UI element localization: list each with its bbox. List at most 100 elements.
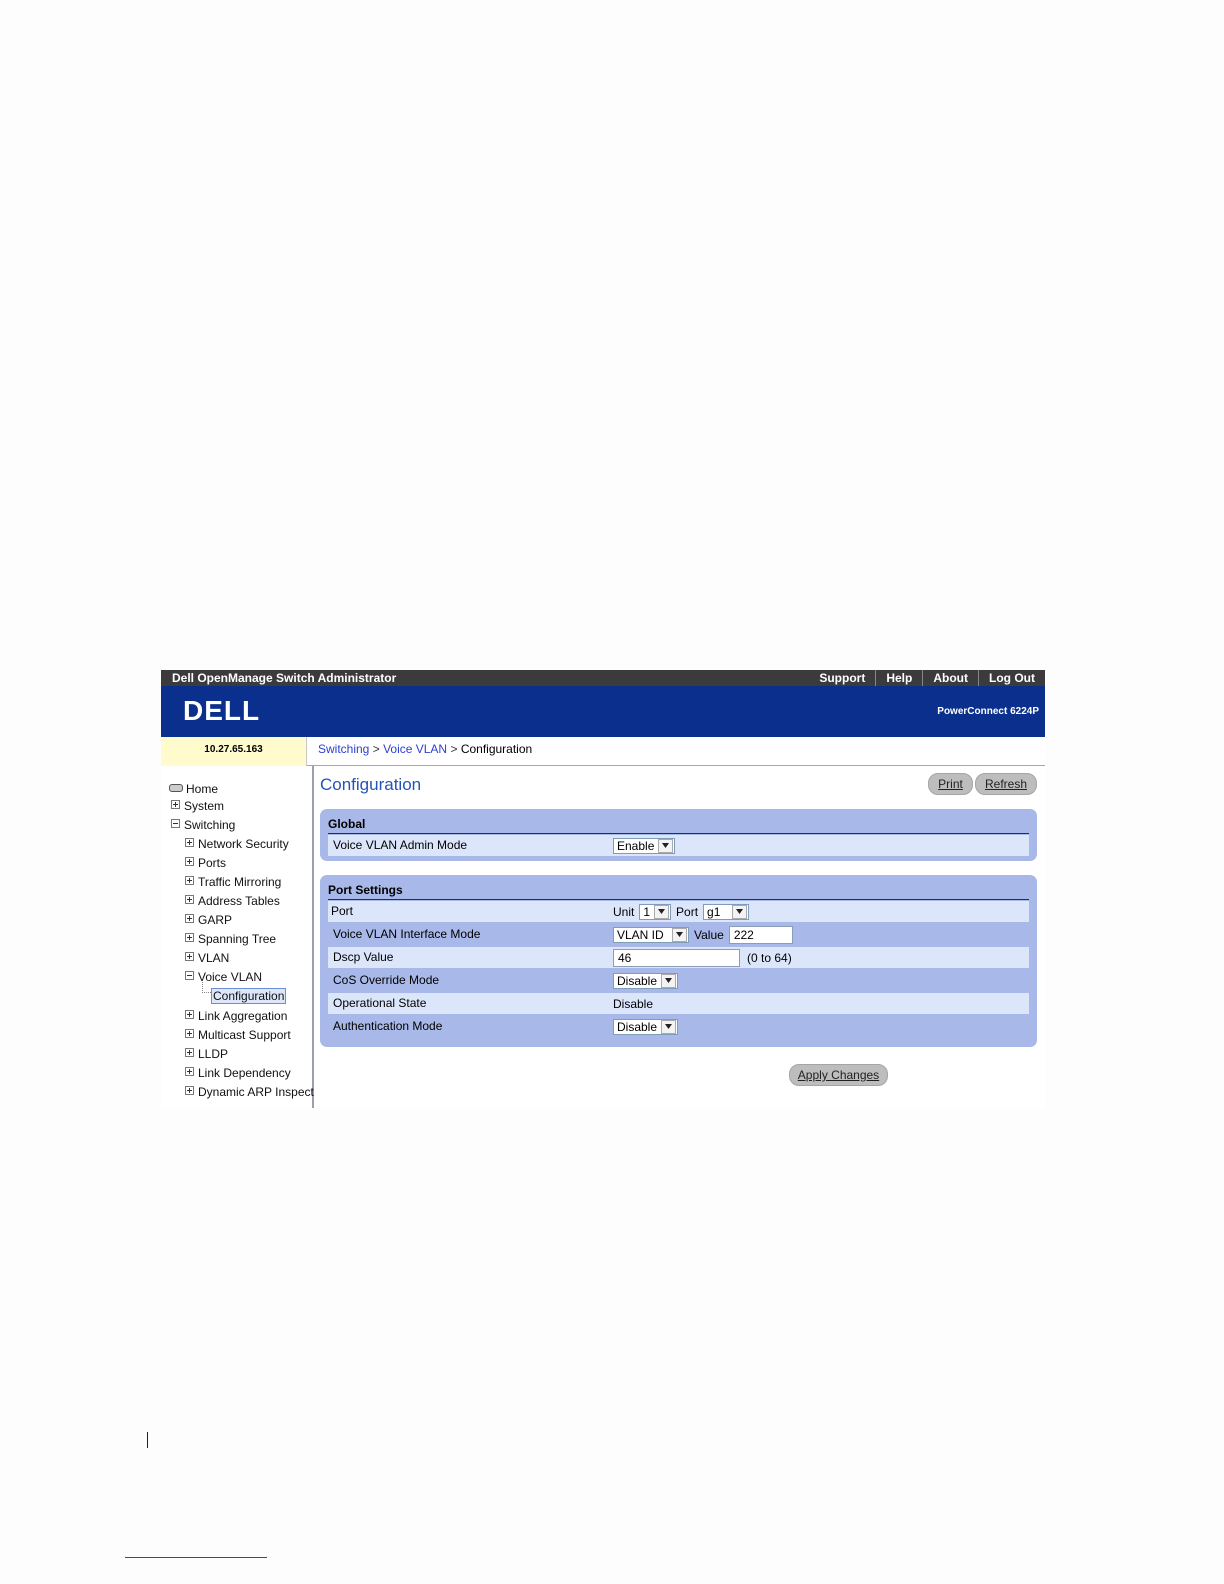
breadcrumb-separator: > xyxy=(372,742,380,756)
interface-mode-value: VLAN ID xyxy=(617,927,664,942)
dscp-label: Dscp Value xyxy=(333,950,394,964)
expand-icon[interactable] xyxy=(185,857,194,866)
sidebar-item-label: Address Tables xyxy=(198,894,280,908)
sidebar-item-spanning-tree[interactable]: Spanning Tree xyxy=(185,932,276,946)
admin-mode-row: Voice VLAN Admin Mode Enable xyxy=(328,835,1029,856)
apply-changes-button[interactable]: Apply Changes xyxy=(789,1064,888,1086)
port-select[interactable]: g1 xyxy=(703,903,750,920)
breadcrumb-separator: > xyxy=(450,742,458,756)
expand-icon[interactable] xyxy=(185,895,194,904)
sidebar-item-label: Link Dependency xyxy=(198,1066,291,1080)
sidebar-item-garp[interactable]: GARP xyxy=(185,913,232,927)
port-row: Port Unit 1 Port g1 xyxy=(328,901,1029,922)
expand-icon[interactable] xyxy=(171,800,180,809)
sidebar-item-network-security[interactable]: Network Security xyxy=(185,837,289,851)
ip-address: 10.27.65.163 xyxy=(161,737,307,766)
about-link[interactable]: About xyxy=(922,670,978,686)
authentication-mode-label: Authentication Mode xyxy=(333,1019,443,1033)
sidebar-item-lldp[interactable]: LLDP xyxy=(185,1047,228,1061)
breadcrumb: Switching > Voice VLAN > Configuration xyxy=(307,737,1045,766)
chevron-down-icon[interactable] xyxy=(661,973,677,988)
refresh-button[interactable]: Refresh xyxy=(975,773,1037,795)
sidebar-item-label: Traffic Mirroring xyxy=(198,875,282,889)
sidebar-item-configuration[interactable]: Configuration xyxy=(211,988,287,1004)
sidebar-item-dynamic-arp-inspection[interactable]: Dynamic ARP Inspecti xyxy=(185,1085,317,1099)
sidebar-item-label: Ports xyxy=(198,856,227,870)
logout-link[interactable]: Log Out xyxy=(978,670,1045,686)
sidebar-item-label: System xyxy=(184,799,225,813)
unit-select[interactable]: 1 xyxy=(639,903,672,920)
breadcrumb-voice-vlan[interactable]: Voice VLAN xyxy=(383,742,447,756)
cos-override-select[interactable]: Disable xyxy=(613,972,679,989)
chevron-down-icon[interactable] xyxy=(661,1019,677,1034)
chevron-down-icon[interactable] xyxy=(672,927,687,942)
sidebar-item-switching[interactable]: Switching xyxy=(171,818,235,832)
sidebar-item-vlan[interactable]: VLAN xyxy=(185,951,229,965)
sidebar-item-link-dependency[interactable]: Link Dependency xyxy=(185,1066,291,1080)
banner: DELL PowerConnect 6224P xyxy=(161,686,1045,737)
sidebar-item-label: Configuration xyxy=(211,988,287,1004)
sidebar-item-traffic-mirroring[interactable]: Traffic Mirroring xyxy=(185,875,281,889)
dscp-input[interactable] xyxy=(613,948,740,967)
expand-icon[interactable] xyxy=(185,1010,194,1019)
operational-state-row: Operational State Disable xyxy=(328,993,1029,1014)
print-button[interactable]: Print xyxy=(928,773,973,795)
chevron-down-icon[interactable] xyxy=(658,838,674,853)
chevron-down-icon[interactable] xyxy=(654,904,670,919)
help-link[interactable]: Help xyxy=(875,670,922,686)
admin-mode-select[interactable]: Enable xyxy=(613,837,676,854)
collapse-icon[interactable] xyxy=(185,971,194,980)
sidebar-item-label: Link Aggregation xyxy=(198,1009,288,1023)
unit-label: Unit xyxy=(613,904,635,919)
expand-icon[interactable] xyxy=(185,1067,194,1076)
top-links: Support Help About Log Out xyxy=(809,670,1045,686)
sidebar-item-label: Multicast Support xyxy=(198,1028,291,1042)
sidebar-item-system[interactable]: System xyxy=(171,799,224,813)
main-content: Configuration Print Refresh Global Voice… xyxy=(314,766,1045,1108)
expand-icon[interactable] xyxy=(185,1029,194,1038)
operational-state-value: Disable xyxy=(613,996,654,1011)
sidebar-item-home[interactable]: Home xyxy=(169,782,218,796)
port-settings-title: Port Settings xyxy=(328,883,403,897)
chevron-down-icon[interactable] xyxy=(732,904,748,919)
collapse-icon[interactable] xyxy=(171,819,180,828)
expand-icon[interactable] xyxy=(185,914,194,923)
global-panel-title: Global xyxy=(328,817,366,831)
interface-mode-label: Voice VLAN Interface Mode xyxy=(333,927,481,941)
port-settings-panel: Port Settings Port Unit 1 Port g1 Voice … xyxy=(320,875,1037,1047)
screenshot-window: Dell OpenManage Switch Administrator Sup… xyxy=(161,670,1045,1108)
sidebar-item-multicast-support[interactable]: Multicast Support xyxy=(185,1028,291,1042)
dell-logo: DELL xyxy=(183,696,259,726)
sidebar-item-voice-vlan[interactable]: Voice VLAN xyxy=(185,970,262,984)
support-link[interactable]: Support xyxy=(809,670,875,686)
expand-icon[interactable] xyxy=(185,1086,194,1095)
vlan-value-input[interactable] xyxy=(728,925,793,944)
sidebar-item-label: GARP xyxy=(198,913,233,927)
interface-mode-select[interactable]: VLAN ID xyxy=(613,926,689,943)
authentication-mode-select[interactable]: Disable xyxy=(613,1018,679,1035)
tree-connector xyxy=(202,982,211,993)
expand-icon[interactable] xyxy=(185,838,194,847)
expand-icon[interactable] xyxy=(185,1048,194,1057)
home-icon xyxy=(169,784,183,792)
top-bar: Dell OpenManage Switch Administrator Sup… xyxy=(161,670,1045,686)
expand-icon[interactable] xyxy=(185,933,194,942)
sidebar-item-link-aggregation[interactable]: Link Aggregation xyxy=(185,1009,287,1023)
admin-mode-label: Voice VLAN Admin Mode xyxy=(333,838,468,852)
breadcrumb-switching[interactable]: Switching xyxy=(318,742,369,756)
dscp-range: (0 to 64) xyxy=(747,950,792,965)
page-title: Configuration xyxy=(320,775,422,794)
breadcrumb-configuration: Configuration xyxy=(460,742,533,756)
sidebar-item-address-tables[interactable]: Address Tables xyxy=(185,894,280,908)
sidebar-item-label: Dynamic ARP Inspecti xyxy=(198,1085,317,1099)
margin-bar xyxy=(147,1432,148,1448)
sidebar-item-label: Network Security xyxy=(198,837,289,851)
unit-value: 1 xyxy=(643,904,651,919)
admin-mode-value: Enable xyxy=(617,838,655,853)
expand-icon[interactable] xyxy=(185,952,194,961)
authentication-mode-value: Disable xyxy=(617,1019,658,1034)
port-label: Port xyxy=(331,904,354,918)
sidebar-item-ports[interactable]: Ports xyxy=(185,856,226,870)
expand-icon[interactable] xyxy=(185,876,194,885)
cos-override-row: CoS Override Mode Disable xyxy=(328,970,1029,991)
